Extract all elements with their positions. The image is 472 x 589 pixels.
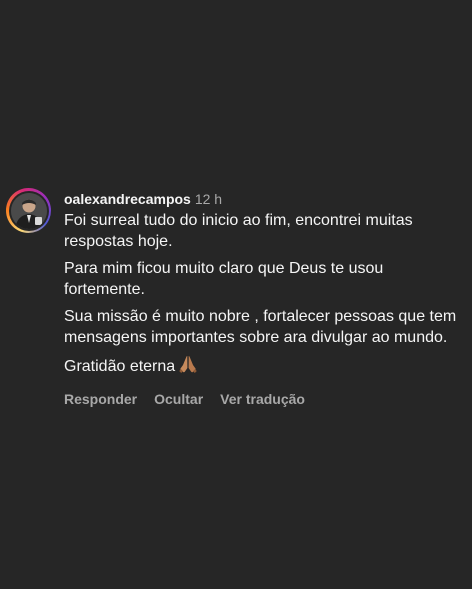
avatar-border bbox=[8, 190, 49, 231]
reply-button[interactable]: Responder bbox=[64, 391, 137, 407]
avatar-image bbox=[10, 192, 47, 229]
comment-paragraph-4-text: Gratidão eterna bbox=[64, 358, 176, 375]
avatar[interactable] bbox=[10, 192, 47, 229]
comment-timestamp[interactable]: 12 h bbox=[195, 191, 222, 207]
see-translation-button[interactable]: Ver tradução bbox=[220, 391, 305, 407]
avatar-story-ring[interactable] bbox=[6, 188, 51, 233]
comment-actions: Responder Ocultar Ver tradução bbox=[64, 389, 466, 409]
folded-hands-icon bbox=[178, 354, 198, 380]
comment-item: oalexandrecampos 12 h Foi surreal tudo do… bbox=[6, 188, 466, 409]
comment-paragraph-1: Foi surreal tudo do inicio ao fim, encon… bbox=[64, 212, 413, 250]
comment-header: oalexandrecampos 12 h bbox=[64, 189, 466, 209]
comment-body: Foi surreal tudo do inicio ao fim, encon… bbox=[64, 210, 466, 380]
comment-paragraph-4: Gratidão eterna bbox=[64, 354, 466, 380]
comment-content: oalexandrecampos 12 h Foi surreal tudo do… bbox=[64, 188, 466, 409]
comment-paragraph-3: Sua missão é muito nobre , fortalecer pe… bbox=[64, 308, 457, 346]
hide-button[interactable]: Ocultar bbox=[154, 391, 203, 407]
comment-paragraph-2: Para mim ficou muito claro que Deus te u… bbox=[64, 260, 384, 298]
username-link[interactable]: oalexandrecampos bbox=[64, 191, 191, 207]
